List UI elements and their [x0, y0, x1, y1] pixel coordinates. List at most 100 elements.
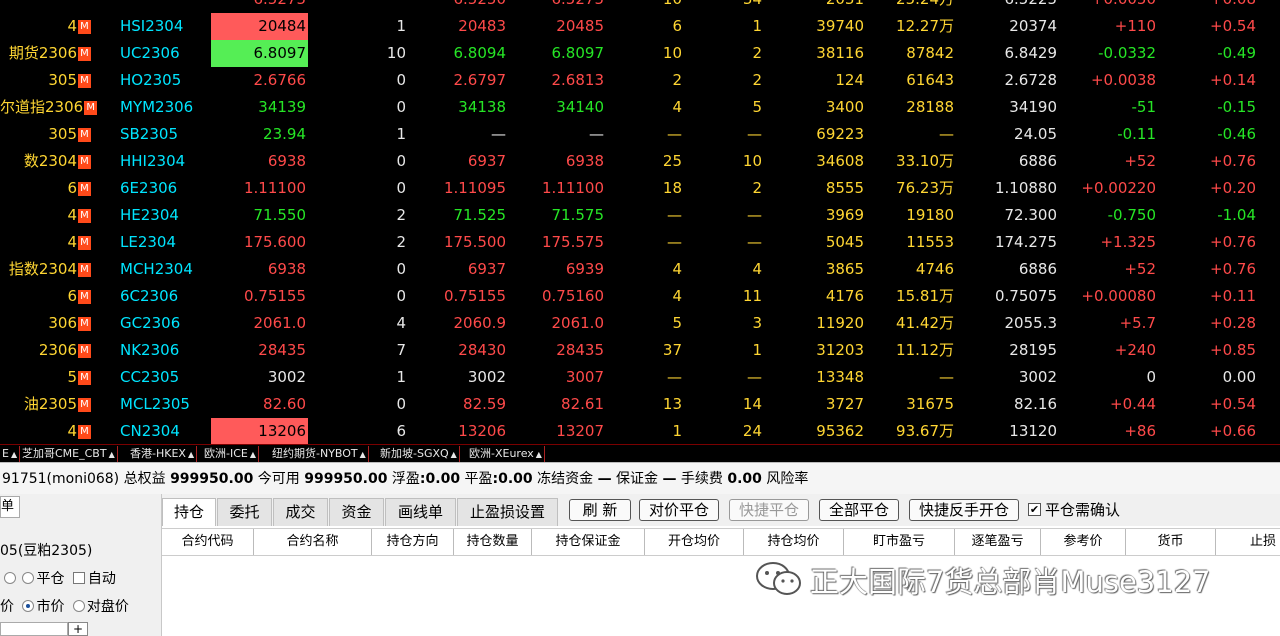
prev-settle: 6886 — [975, 148, 1057, 175]
last-qty-text: 0 — [396, 260, 406, 278]
last-price-text: 20484 — [258, 17, 306, 35]
quote-row[interactable]: 305 M HO2305 2.6766 0 2.6797 2.6813 2 2 124 61643 2… — [0, 67, 1280, 94]
quote-row[interactable]: 指数2304 M MCH2304 6938 0 6937 6939 4 4 3865 4746 688… — [0, 256, 1280, 283]
prev-settle-text: 24.05 — [1014, 125, 1057, 143]
quote-row[interactable]: 4 M CN2304 13206 6 13206 13207 1 24 95362 93.67万 13… — [0, 418, 1280, 444]
quote-row[interactable]: 306 M GC2306 2061.0 4 2060.9 2061.0 5 3 11920 41.4… — [0, 310, 1280, 337]
qty-input[interactable] — [0, 622, 68, 636]
confirm-close-option[interactable]: ✔ 平仓需确认 — [1028, 499, 1120, 521]
col-contract-code[interactable]: 合约代码 — [162, 529, 254, 555]
tab-funds[interactable]: 资金 — [329, 498, 384, 526]
radio-open[interactable] — [4, 572, 17, 584]
opposite-label: 对盘价 — [86, 599, 129, 615]
last-qty: 0 — [330, 67, 406, 94]
quote-row[interactable]: 尔道指2306 M MYM2306 34139 0 34138 34140 4 5 3400 281… — [0, 94, 1280, 121]
caret-up-icon: ▲ — [359, 450, 366, 459]
exchange-tab-label: 欧洲-ICE — [204, 447, 248, 460]
quote-row[interactable]: 2306 M NK2306 28435 7 28430 28435 37 1 31203 11.12… — [0, 337, 1280, 364]
exchange-tab[interactable]: 纽约期货-NYBOT ▲ — [270, 446, 369, 462]
ask-qty-text: 3 — [752, 314, 762, 332]
exchange-tab[interactable]: 香港-HKEX ▲ — [128, 446, 198, 462]
contract-name: 6M — [0, 283, 105, 310]
quote-row[interactable]: 期货2306 M UC2306 6.8097 10 6.8094 6.8097 10 2 3811… — [0, 40, 1280, 67]
quick-reverse-button[interactable]: 快捷反手开仓 — [909, 499, 1019, 521]
ask-qty: 34 — [690, 0, 762, 13]
quote-row[interactable]: 6 M 6E2306 1.11100 0 1.11095 1.11100 18 2 8555 76.… — [0, 175, 1280, 202]
col-direction[interactable]: 持仓方向 — [372, 529, 454, 555]
account-summary-bar: 91751(moni068) 总权益 999950.00 今可用 999950.… — [0, 462, 1280, 494]
contract-code-text: UC2306 — [120, 44, 180, 62]
quote-row-partial[interactable]: 6.5275 6.5250 6.5275 10 34 2031 25.24万 6… — [0, 0, 1280, 13]
close-all-button[interactable]: 全部平仓 — [819, 499, 899, 521]
change-pct-text: +0.85 — [1210, 341, 1256, 359]
ask-price-text: 20485 — [556, 17, 604, 35]
exchange-tab[interactable]: 新加坡-SGXQ ▲ — [378, 446, 460, 462]
col-quantity[interactable]: 持仓数量 — [454, 529, 532, 555]
quote-row[interactable]: 油2305 M MCL2305 82.60 0 82.59 82.61 13 14 3727 316… — [0, 391, 1280, 418]
close-opposite-button[interactable]: 对价平仓 — [639, 499, 719, 521]
quote-row[interactable]: 4 M HSI2304 20484 1 20483 20485 6 1 39740 12.27万 20… — [0, 13, 1280, 40]
bid-qty-text: 37 — [662, 341, 682, 359]
bid-price: 6.5250 — [430, 0, 507, 13]
quote-row[interactable]: 6 M 6C2306 0.75155 0 0.75155 0.75160 4 11 4176 15.… — [0, 283, 1280, 310]
prev-settle-text: 6886 — [1018, 260, 1057, 278]
col-trade-pnl[interactable]: 逐笔盈亏 — [955, 529, 1041, 555]
quick-close-button[interactable]: 快捷平仓 — [729, 499, 809, 521]
exchange-tab[interactable]: 欧洲-XEurex ▲ — [467, 446, 545, 462]
order-tab[interactable]: 单 — [0, 496, 20, 518]
change-pct: +0.20 — [1180, 175, 1256, 202]
col-open-avg[interactable]: 开仓均价 — [645, 529, 744, 555]
volume-text: 31203 — [816, 341, 864, 359]
quote-row[interactable]: 5 M CC2305 3002 1 3002 3007 — — 13348 — 3002 0 0.00 — [0, 364, 1280, 391]
col-stop-loss[interactable]: 止损 — [1216, 529, 1280, 555]
auto-checkbox[interactable] — [72, 572, 85, 584]
tab-fills[interactable]: 成交 — [273, 498, 328, 526]
ask-price: 0.75160 — [525, 283, 604, 310]
bid-qty: 6 — [610, 13, 682, 40]
tab-positions[interactable]: 持仓 — [162, 498, 216, 526]
col-currency[interactable]: 货币 — [1126, 529, 1216, 555]
change-text: +0.00220 — [1081, 179, 1156, 197]
contract-name-text: 6 — [67, 287, 77, 305]
quote-row[interactable]: 4 M HE2304 71.550 2 71.525 71.575 — — 3969 19180 72… — [0, 202, 1280, 229]
col-hold-avg[interactable]: 持仓均价 — [744, 529, 844, 555]
refresh-button[interactable]: 刷 新 — [569, 499, 631, 521]
col-mtm-pnl[interactable]: 盯市盈亏 — [844, 529, 955, 555]
change-text: -0.11 — [1117, 125, 1156, 143]
order-entry-panel: 单 05(豆粕2305) 平仓 自动 价 市价 对盘价 + — [0, 494, 162, 636]
change-text: +240 — [1114, 341, 1156, 359]
col-contract-name[interactable]: 合约名称 — [254, 529, 372, 555]
last-price: 6.8097 — [211, 40, 308, 67]
open-interest: 12.27万 — [870, 13, 954, 40]
close-label: 平仓 — [36, 571, 65, 587]
quote-row[interactable]: 4 M LE2304 175.600 2 175.500 175.575 — — 5045 1155… — [0, 229, 1280, 256]
exchange-tab[interactable]: 芝加哥CME_CBT ▲ — [20, 446, 118, 462]
qty-plus-button[interactable]: + — [68, 622, 88, 636]
checkmark-icon[interactable]: ✔ — [1028, 502, 1041, 516]
quote-row[interactable]: 数2304 M HHI2304 6938 0 6937 6938 25 10 34608 33.10… — [0, 148, 1280, 175]
volume-text: 13348 — [816, 368, 864, 386]
col-ref-price[interactable]: 参考价 — [1041, 529, 1126, 555]
radio-market[interactable] — [22, 600, 35, 612]
prev-settle: 28195 — [975, 337, 1057, 364]
tab-orders[interactable]: 委托 — [217, 498, 272, 526]
exchange-tab[interactable]: E ▲ — [0, 446, 21, 462]
contract-name: 4M — [0, 13, 105, 40]
last-price-text: 23.94 — [263, 125, 306, 143]
radio-close[interactable] — [22, 572, 35, 584]
quote-row[interactable]: 305 M SB2305 23.94 1 — — — — 69223 — 24.05 -0.11 -0.4… — [0, 121, 1280, 148]
contract-name-text: 4 — [67, 17, 77, 35]
tab-stop-settings[interactable]: 止盈损设置 — [457, 498, 558, 526]
tab-line-orders[interactable]: 画线单 — [385, 498, 456, 526]
radio-opposite[interactable] — [72, 600, 85, 612]
bid-qty: 10 — [610, 40, 682, 67]
contract-code: 6C2306 — [120, 283, 210, 310]
exchange-tab[interactable]: 欧洲-ICE ▲ — [202, 446, 260, 462]
change-pct-text: +0.54 — [1210, 395, 1256, 413]
contract-field[interactable]: 05(豆粕2305) — [0, 540, 92, 560]
contract-name: 306 M — [0, 310, 105, 337]
last-price: 1.11100 — [211, 175, 308, 202]
prev-settle-text: 1.10880 — [994, 179, 1057, 197]
last-price: 2.6766 — [211, 67, 308, 94]
col-margin[interactable]: 持仓保证金 — [532, 529, 645, 555]
